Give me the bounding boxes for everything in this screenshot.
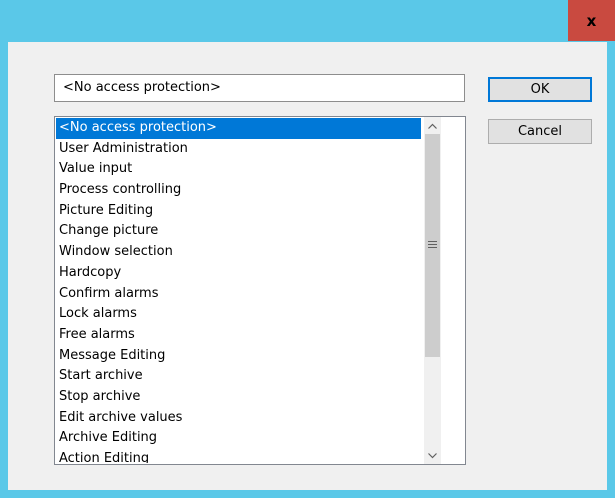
cancel-button[interactable]: Cancel xyxy=(488,119,592,144)
list-item[interactable]: <No access protection> xyxy=(56,118,421,139)
scroll-down-button[interactable] xyxy=(424,447,441,464)
list-item[interactable]: User Administration xyxy=(56,139,421,160)
list-item[interactable]: Archive Editing xyxy=(56,428,421,449)
close-button[interactable]: x xyxy=(568,0,615,41)
list-item[interactable]: Action Editing xyxy=(56,449,421,463)
list-item[interactable]: Process controlling xyxy=(56,180,421,201)
list-item[interactable]: Free alarms xyxy=(56,325,421,346)
vertical-scrollbar[interactable] xyxy=(424,117,441,464)
dialog-window: x <No access protection> OK Cancel <No a… xyxy=(0,0,615,498)
list-item[interactable]: Hardcopy xyxy=(56,263,421,284)
list-item[interactable]: Lock alarms xyxy=(56,304,421,325)
list-item[interactable]: Message Editing xyxy=(56,346,421,367)
access-level-field[interactable]: <No access protection> xyxy=(54,74,465,102)
list-item[interactable]: Value input xyxy=(56,159,421,180)
list-item[interactable]: Confirm alarms xyxy=(56,284,421,305)
scroll-thumb[interactable] xyxy=(425,134,440,357)
title-bar[interactable]: x xyxy=(0,0,615,42)
list-item[interactable]: Stop archive xyxy=(56,387,421,408)
list-item[interactable]: Change picture xyxy=(56,221,421,242)
chevron-down-icon xyxy=(428,452,437,458)
close-icon[interactable]: x xyxy=(587,12,597,30)
scroll-up-button[interactable] xyxy=(424,117,441,134)
ok-button[interactable]: OK xyxy=(488,77,592,102)
access-level-list[interactable]: <No access protection> User Administratio… xyxy=(54,116,466,465)
list-item[interactable]: Window selection xyxy=(56,242,421,263)
chevron-up-icon xyxy=(428,123,437,129)
list-item[interactable]: Edit archive values xyxy=(56,408,421,429)
list-item[interactable]: Start archive xyxy=(56,366,421,387)
list-item[interactable]: Picture Editing xyxy=(56,201,421,222)
list-items: <No access protection> User Administratio… xyxy=(56,118,421,463)
dialog-body: <No access protection> OK Cancel <No acc… xyxy=(8,42,607,490)
